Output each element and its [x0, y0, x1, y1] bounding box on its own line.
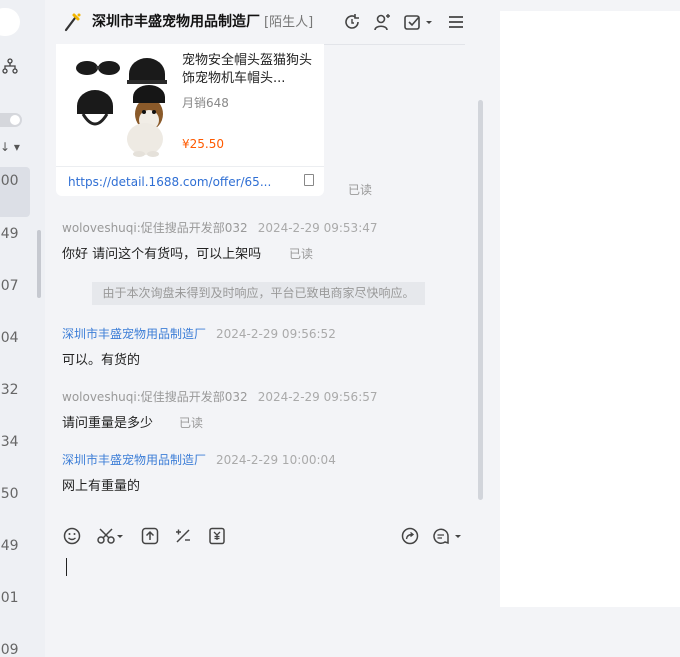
list-scrollbar[interactable] [37, 230, 41, 298]
message-text: 可以。有货的 [62, 353, 141, 368]
message-time: 2024-2-29 09:56:52 [216, 327, 336, 341]
message-sender: 深圳市丰盛宠物用品制造厂 [62, 453, 207, 467]
message-time: 2024-2-29 09:53:47 [257, 221, 378, 235]
product-sales: 月销648 [182, 96, 229, 110]
product-price: ¥25.50 [182, 137, 224, 151]
coupon-icon[interactable] [206, 525, 228, 547]
discount-icon[interactable] [172, 525, 194, 547]
conversation-time: :49 [0, 226, 19, 242]
stranger-tag: [陌生人] [264, 15, 314, 30]
scissors-icon[interactable] [96, 525, 126, 547]
conversation-time: :07 [0, 278, 19, 294]
conversation-time: :34 [0, 434, 19, 450]
document-icon[interactable] [304, 174, 314, 186]
read-status: 已读 [179, 416, 204, 430]
message-input[interactable] [66, 558, 67, 576]
chat-header: 深圳市丰盛宠物用品制造厂 [陌生人] [45, 0, 487, 44]
task-check-icon[interactable] [402, 10, 436, 34]
product-link[interactable]: https://detail.1688.com/offer/65... [68, 175, 271, 189]
message-meta: 深圳市丰盛宠物用品制造厂 2024-2-29 09:56:52 [62, 325, 336, 342]
message-text: 网上有重量的 [62, 479, 141, 494]
upload-icon[interactable] [139, 525, 161, 547]
org-chart-icon[interactable] [2, 58, 18, 78]
chat-title: 深圳市丰盛宠物用品制造厂 [陌生人] [92, 11, 313, 31]
message-sender: 深圳市丰盛宠物用品制造厂 [62, 327, 207, 341]
conversation-time: :50 [0, 486, 19, 502]
read-status: 已读 [348, 183, 373, 197]
refresh-icon[interactable] [340, 10, 364, 34]
product-card[interactable]: 宠物安全帽头盔猫狗头饰宠物机车帽头... 月销648 ¥25.50 https:… [56, 44, 324, 196]
message-sender: woloveshuqi:促佳搜品开发部032 [62, 390, 248, 404]
conversation-time: :04 [0, 330, 19, 346]
conversation-list-strip: ↓ ▾ :00 :49 :07 :04 :32 :34 :50 :49 :01 … [0, 0, 45, 657]
message-time: 2024-2-29 09:56:57 [257, 390, 378, 404]
message-sender: woloveshuqi:促佳搜品开发部032 [62, 221, 248, 235]
message-text: 请问重量是多少 [62, 416, 154, 431]
message-time: 2024-2-29 10:00:04 [216, 453, 336, 467]
message-meta: woloveshuqi:促佳搜品开发部032 2024-2-29 09:56:57 [62, 388, 378, 405]
system-notice: 由于本次询盘未得到及时响应，平台已致电商家尽快响应。 [92, 282, 425, 305]
product-link-row: https://detail.1688.com/offer/65... [56, 166, 324, 196]
share-icon[interactable] [399, 525, 421, 547]
emoji-icon[interactable] [61, 525, 83, 547]
filter-toggle[interactable] [0, 113, 22, 127]
message-meta: 深圳市丰盛宠物用品制造厂 2024-2-29 10:00:04 [62, 451, 336, 468]
conversation-time: :49 [0, 538, 19, 554]
product-name[interactable]: 宠物安全帽头盔猫狗头饰宠物机车帽头... [182, 52, 312, 88]
product-image[interactable] [69, 54, 174, 159]
message-meta: woloveshuqi:促佳搜品开发部032 2024-2-29 09:53:47 [62, 219, 378, 236]
conversation-time: :32 [0, 382, 19, 398]
conversation-time: :01 [0, 590, 19, 606]
user-icon[interactable] [370, 10, 394, 34]
shop-logo-icon [62, 11, 84, 33]
conversation-time: :09 [0, 642, 19, 657]
detail-card [500, 11, 680, 607]
conversation-time: :00 [0, 173, 19, 189]
message-scrollbar[interactable] [478, 100, 483, 500]
message-text: 你好 请问这个有货吗，可以上架吗 [62, 247, 262, 262]
quick-reply-icon[interactable] [431, 525, 463, 547]
detail-pane [487, 0, 680, 657]
search-pill[interactable] [0, 8, 20, 36]
read-status: 已读 [289, 247, 314, 261]
chat-panel: 深圳市丰盛宠物用品制造厂 [陌生人] 宠物安全帽头盔猫狗头饰宠物机车帽头... … [45, 0, 487, 657]
sort-icon[interactable]: ↓ ▾ [0, 140, 20, 154]
chat-title-name: 深圳市丰盛宠物用品制造厂 [92, 14, 260, 30]
menu-icon[interactable] [444, 10, 468, 34]
